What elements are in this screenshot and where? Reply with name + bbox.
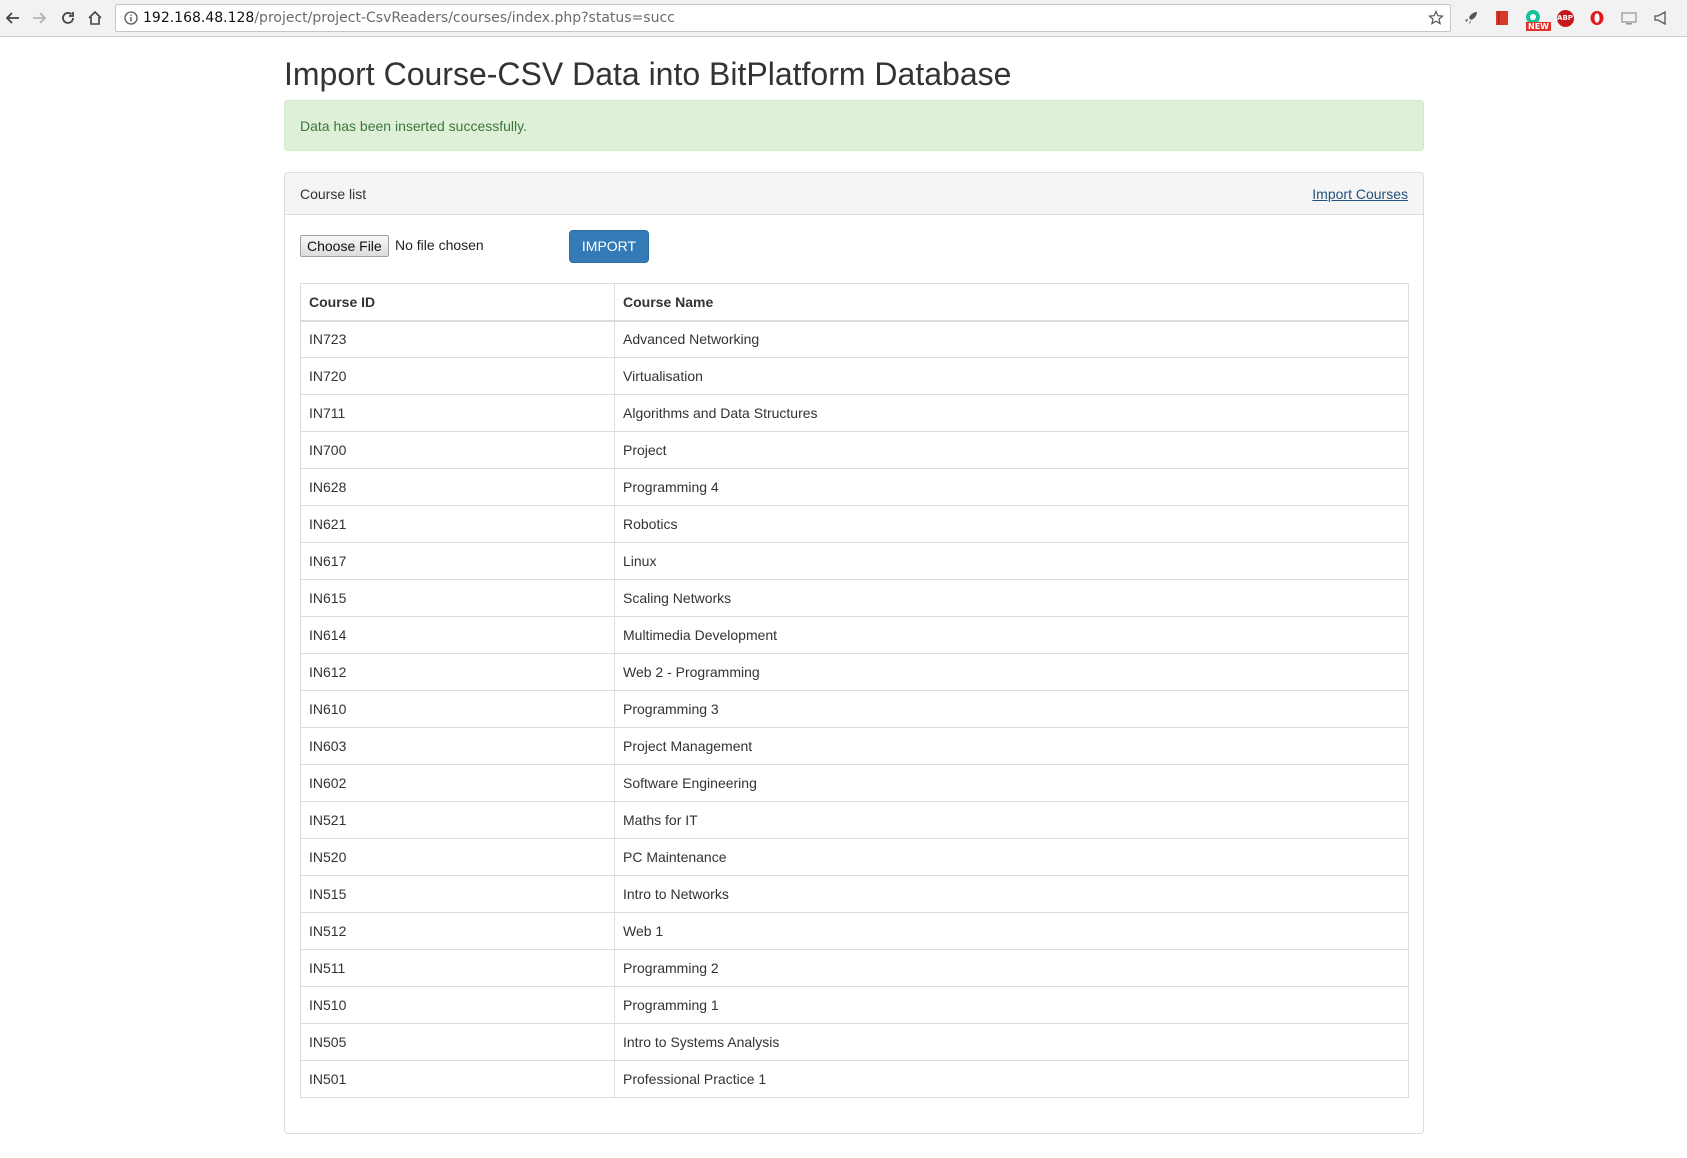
course-id-cell: IN720 [300, 357, 615, 395]
url-host: 192.168.48.128 [143, 10, 255, 26]
table-row: IN603 Project Management [300, 727, 1409, 765]
back-arrow-icon[interactable] [2, 7, 24, 29]
grammar-extension-icon[interactable]: NEW [1523, 8, 1551, 31]
table-row: IN610 Programming 3 [300, 690, 1409, 728]
abp-label: ABP [1556, 9, 1574, 27]
course-id-cell: IN515 [300, 875, 615, 913]
course-name-cell: Maths for IT [614, 801, 1409, 839]
course-name-cell: Linux [614, 542, 1409, 580]
table-row: IN512 Web 1 [300, 912, 1409, 950]
course-id-cell: IN512 [300, 912, 615, 950]
bookmark-star-icon[interactable] [1428, 10, 1444, 31]
course-name-cell: PC Maintenance [614, 838, 1409, 876]
table-row: IN520 PC Maintenance [300, 838, 1409, 876]
table-header-row: Course ID Course Name [300, 283, 1409, 322]
url-text[interactable]: 192.168.48.128/project/project-CsvReader… [143, 10, 675, 26]
course-id-cell: IN520 [300, 838, 615, 876]
table-row: IN614 Multimedia Development [300, 616, 1409, 654]
course-id-cell: IN617 [300, 542, 615, 580]
table-row: IN505 Intro to Systems Analysis [300, 1023, 1409, 1061]
opera-extension-icon[interactable] [1587, 8, 1607, 28]
course-name-cell: Programming 3 [614, 690, 1409, 728]
import-button[interactable]: IMPORT [569, 230, 649, 263]
table-row: IN612 Web 2 - Programming [300, 653, 1409, 691]
choose-file-button[interactable]: Choose File [300, 235, 389, 257]
url-path: /project/project-CsvReaders/courses/inde… [254, 10, 675, 26]
panel-title: Course list [300, 186, 367, 202]
course-id-cell: IN511 [300, 949, 615, 987]
course-id-cell: IN614 [300, 616, 615, 654]
home-icon[interactable] [84, 7, 106, 29]
course-name-cell: Programming 1 [614, 986, 1409, 1024]
table-row: IN521 Maths for IT [300, 801, 1409, 839]
course-id-cell: IN700 [300, 431, 615, 469]
course-name-cell: Web 2 - Programming [614, 653, 1409, 691]
course-name-cell: Robotics [614, 505, 1409, 543]
megaphone-extension-icon[interactable] [1651, 8, 1671, 28]
course-name-cell: Web 1 [614, 912, 1409, 950]
table-row: IN510 Programming 1 [300, 986, 1409, 1024]
reload-icon[interactable] [57, 7, 79, 29]
table-row: IN700 Project [300, 431, 1409, 469]
column-header-course-id: Course ID [300, 283, 615, 322]
course-id-cell: IN610 [300, 690, 615, 728]
course-id-cell: IN723 [300, 320, 615, 358]
course-name-cell: Intro to Networks [614, 875, 1409, 913]
course-name-cell: Project [614, 431, 1409, 469]
course-name-cell: Advanced Networking [614, 320, 1409, 358]
browser-toolbar: 192.168.48.128/project/project-CsvReader… [0, 0, 1687, 37]
forward-arrow-icon[interactable] [28, 7, 50, 29]
course-id-cell: IN628 [300, 468, 615, 506]
course-id-cell: IN602 [300, 764, 615, 802]
course-id-cell: IN510 [300, 986, 615, 1024]
new-badge: NEW [1526, 22, 1551, 31]
course-table: Course ID Course Name IN723 Advanced Netw… [300, 283, 1409, 1098]
course-id-cell: IN521 [300, 801, 615, 839]
table-row: IN515 Intro to Networks [300, 875, 1409, 913]
course-name-cell: Project Management [614, 727, 1409, 765]
success-alert: Data has been inserted successfully. [284, 100, 1424, 151]
course-name-cell: Professional Practice 1 [614, 1060, 1409, 1098]
file-status-text: No file chosen [395, 237, 484, 253]
table-row: IN720 Virtualisation [300, 357, 1409, 395]
table-row: IN711 Algorithms and Data Structures [300, 394, 1409, 432]
table-row: IN628 Programming 4 [300, 468, 1409, 506]
course-name-cell: Scaling Networks [614, 579, 1409, 617]
import-courses-link[interactable]: Import Courses [1312, 186, 1408, 202]
table-row: IN511 Programming 2 [300, 949, 1409, 987]
table-row: IN615 Scaling Networks [300, 579, 1409, 617]
course-name-cell: Software Engineering [614, 764, 1409, 802]
adblock-extension-icon[interactable]: ABP [1555, 8, 1575, 28]
table-row: IN723 Advanced Networking [300, 320, 1409, 358]
course-panel: Course list Import Courses Choose File N… [284, 172, 1424, 1134]
course-id-cell: IN711 [300, 394, 615, 432]
course-name-cell: Virtualisation [614, 357, 1409, 395]
course-name-cell: Programming 4 [614, 468, 1409, 506]
book-extension-icon[interactable] [1492, 8, 1512, 28]
course-id-cell: IN505 [300, 1023, 615, 1061]
table-row: IN501 Professional Practice 1 [300, 1060, 1409, 1098]
course-id-cell: IN603 [300, 727, 615, 765]
table-row: IN602 Software Engineering [300, 764, 1409, 802]
course-id-cell: IN621 [300, 505, 615, 543]
table-row: IN621 Robotics [300, 505, 1409, 543]
column-header-course-name: Course Name [614, 283, 1409, 322]
address-bar[interactable]: 192.168.48.128/project/project-CsvReader… [115, 4, 1451, 32]
panel-heading: Course list Import Courses [285, 173, 1423, 215]
course-id-cell: IN615 [300, 579, 615, 617]
info-icon[interactable] [124, 11, 138, 30]
table-row: IN617 Linux [300, 542, 1409, 580]
course-name-cell: Programming 2 [614, 949, 1409, 987]
course-name-cell: Algorithms and Data Structures [614, 394, 1409, 432]
screen-extension-icon[interactable] [1619, 8, 1639, 28]
course-name-cell: Intro to Systems Analysis [614, 1023, 1409, 1061]
course-name-cell: Multimedia Development [614, 616, 1409, 654]
course-id-cell: IN612 [300, 653, 615, 691]
course-id-cell: IN501 [300, 1060, 615, 1098]
rocket-extension-icon[interactable] [1461, 8, 1481, 28]
page-title: Import Course-CSV Data into BitPlatform … [284, 56, 1012, 92]
